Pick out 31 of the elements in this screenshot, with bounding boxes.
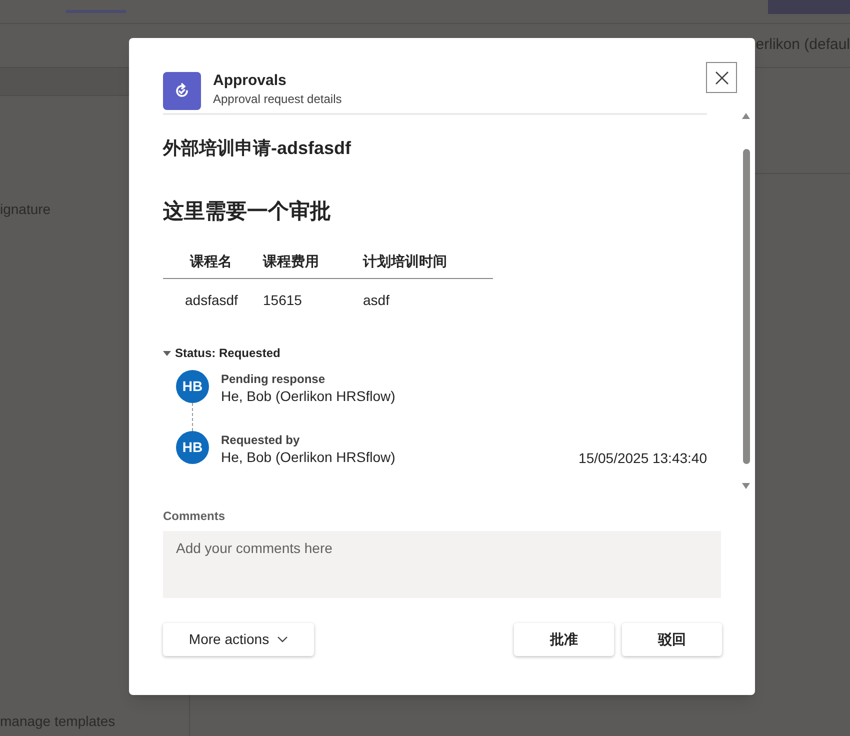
comments-field[interactable]: Add your comments here: [163, 531, 721, 598]
table-cell-text: 15615: [263, 290, 303, 310]
column-header: 课程名: [188, 252, 233, 271]
person-name: He, Bob (Oerlikon HRSflow): [221, 448, 396, 466]
scroll-up-icon[interactable]: [742, 113, 750, 119]
timeline-label: Pending response: [221, 370, 326, 386]
approvals-app-icon: [163, 72, 201, 110]
avatar: HB: [176, 370, 209, 402]
comments-label: Comments: [163, 508, 226, 525]
scroll-down-icon[interactable]: [742, 483, 750, 489]
request-title: 外部培训申请-adsfasdf: [163, 137, 352, 160]
close-icon: [714, 70, 728, 84]
timestamp: 15/05/2025 13:43:40: [578, 448, 707, 468]
timeline-label: Requested by: [221, 432, 301, 448]
expand-caret-icon[interactable]: [163, 348, 171, 356]
app-name: Approvals: [213, 72, 288, 90]
action-button[interactable]: 驳回: [622, 623, 722, 656]
more-actions-button[interactable]: More actions: [163, 623, 314, 656]
action-button[interactable]: 批准: [514, 623, 614, 656]
column-header: 课程费用: [263, 252, 320, 271]
column-header: 计划培训时间: [363, 252, 448, 271]
close-button[interactable]: [706, 62, 737, 93]
chevron-down-icon: [277, 636, 288, 643]
table-cell-text: asdf: [363, 290, 390, 310]
person-name: He, Bob (Oerlikon HRSflow): [221, 386, 396, 404]
table-cell-text: adsfasdf: [184, 290, 239, 310]
dialog-subtitle: Approval request details: [213, 91, 342, 108]
scrollbar[interactable]: [741, 113, 751, 489]
request-heading: 这里需要一个审批: [163, 198, 332, 225]
status-label: Status: Requested: [175, 344, 280, 362]
avatar: HB: [176, 430, 209, 464]
